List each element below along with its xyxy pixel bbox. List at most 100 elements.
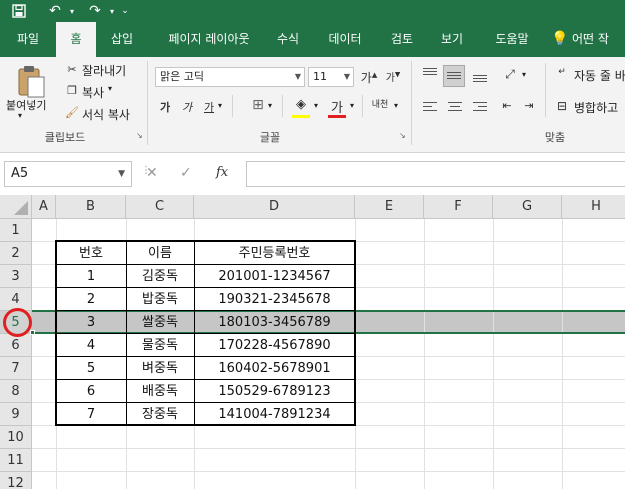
fill-handle[interactable] bbox=[30, 330, 35, 335]
row-header-10[interactable]: 10 bbox=[0, 426, 32, 449]
select-all-corner[interactable] bbox=[0, 195, 32, 219]
wrap-text-button[interactable]: 자동 줄 바 bbox=[574, 67, 625, 84]
formula-input[interactable] bbox=[246, 161, 625, 187]
clipboard-launcher-icon[interactable]: ↘ bbox=[136, 131, 143, 140]
table-cell[interactable]: 벼중독 bbox=[126, 357, 194, 380]
undo-icon[interactable]: ↶ bbox=[44, 2, 66, 20]
tab-insert[interactable]: 삽입 bbox=[100, 22, 144, 57]
column-header-g[interactable]: G bbox=[493, 195, 562, 219]
table-cell[interactable]: 3 bbox=[56, 311, 126, 334]
table-header-cell[interactable]: 번호 bbox=[56, 242, 126, 265]
insert-function-icon[interactable]: fx bbox=[216, 165, 228, 180]
merge-icon[interactable]: ⊟ bbox=[554, 99, 570, 113]
decrease-font-icon[interactable]: 가▼ bbox=[384, 69, 402, 84]
font-size-dropdown[interactable]: 11 ▼ bbox=[308, 67, 354, 87]
table-cell[interactable]: 장중독 bbox=[126, 403, 194, 426]
table-cell[interactable]: 180103-3456789 bbox=[194, 311, 355, 334]
borders-dropdown-icon[interactable]: ▾ bbox=[268, 101, 272, 110]
decrease-indent-icon[interactable]: ⇤ bbox=[498, 99, 516, 112]
table-cell[interactable]: 배중독 bbox=[126, 380, 194, 403]
paste-icon[interactable] bbox=[14, 63, 48, 99]
align-top-icon[interactable] bbox=[420, 65, 440, 85]
column-header-h[interactable]: H bbox=[562, 195, 625, 219]
increase-indent-icon[interactable]: ⇥ bbox=[520, 99, 538, 112]
column-header-e[interactable]: E bbox=[355, 195, 424, 219]
table-cell[interactable]: 160402-5678901 bbox=[194, 357, 355, 380]
table-cell[interactable]: 190321-2345678 bbox=[194, 288, 355, 311]
table-cell[interactable]: 141004-7891234 bbox=[194, 403, 355, 426]
align-right-icon[interactable] bbox=[470, 97, 490, 117]
table-header-cell[interactable]: 주민등록번호 bbox=[194, 242, 355, 265]
lightbulb-icon[interactable]: 💡 bbox=[550, 22, 570, 57]
table-cell[interactable]: 170228-4567890 bbox=[194, 334, 355, 357]
row-header-1[interactable]: 1 bbox=[0, 219, 32, 242]
table-cell[interactable]: 1 bbox=[56, 265, 126, 288]
font-color-button[interactable]: 가 bbox=[328, 97, 346, 116]
redo-icon[interactable]: ↷ bbox=[84, 2, 106, 20]
font-name-dropdown[interactable]: 맑은 고딕 ▼ bbox=[155, 67, 305, 87]
orientation-dropdown-icon[interactable]: ▾ bbox=[522, 70, 526, 79]
fill-color-icon[interactable]: ◈ bbox=[292, 97, 310, 112]
paste-button[interactable]: 붙여넣기 bbox=[6, 97, 62, 113]
align-center-icon[interactable] bbox=[445, 97, 465, 117]
align-bottom-icon[interactable] bbox=[470, 65, 490, 85]
column-header-d[interactable]: D bbox=[194, 195, 355, 219]
paste-dropdown-icon[interactable]: ▾ bbox=[18, 111, 22, 120]
row-header-12[interactable]: 12 bbox=[0, 472, 32, 489]
italic-button[interactable]: 가 bbox=[180, 99, 194, 115]
tab-help[interactable]: 도움말 bbox=[484, 22, 540, 57]
phonetic-guide-button[interactable]: 내천 bbox=[370, 97, 390, 110]
tab-review[interactable]: 검토 bbox=[380, 22, 424, 57]
cut-icon[interactable]: ✂ bbox=[64, 63, 80, 76]
bold-button[interactable]: 가 bbox=[158, 99, 172, 115]
tab-home[interactable]: 홈 bbox=[56, 22, 96, 57]
font-color-dropdown-icon[interactable]: ▾ bbox=[350, 101, 354, 110]
worksheet-grid[interactable]: A B C D E F G H 1 2 3 4 5 6 7 8 9 10 11 … bbox=[0, 195, 625, 489]
borders-icon[interactable]: ⊞ bbox=[250, 97, 266, 113]
cut-button[interactable]: 잘라내기 bbox=[82, 62, 126, 79]
orientation-icon[interactable]: ⤢ bbox=[500, 67, 520, 82]
row-header-2[interactable]: 2 bbox=[0, 242, 32, 265]
table-cell[interactable]: 7 bbox=[56, 403, 126, 426]
phonetic-dropdown-icon[interactable]: ▾ bbox=[394, 101, 398, 110]
table-cell[interactable]: 5 bbox=[56, 357, 126, 380]
row-header-9[interactable]: 9 bbox=[0, 403, 32, 426]
tell-me-search[interactable]: 어떤 작 bbox=[572, 22, 625, 57]
row-header-7[interactable]: 7 bbox=[0, 357, 32, 380]
table-header-cell[interactable]: 이름 bbox=[126, 242, 194, 265]
tab-formulas[interactable]: 수식 bbox=[266, 22, 310, 57]
table-cell[interactable]: 쌀중독 bbox=[126, 311, 194, 334]
column-header-c[interactable]: C bbox=[126, 195, 194, 219]
save-icon[interactable] bbox=[8, 2, 30, 20]
tab-page-layout[interactable]: 페이지 레이아웃 bbox=[150, 22, 268, 57]
format-painter-icon[interactable]: 🖌 bbox=[64, 106, 80, 119]
table-cell[interactable]: 4 bbox=[56, 334, 126, 357]
column-header-b[interactable]: B bbox=[56, 195, 126, 219]
table-cell[interactable]: 201001-1234567 bbox=[194, 265, 355, 288]
row-header-6[interactable]: 6 bbox=[0, 334, 32, 357]
copy-button[interactable]: 복사 bbox=[82, 84, 104, 101]
enter-icon[interactable]: ✓ bbox=[180, 165, 192, 181]
table-cell[interactable]: 6 bbox=[56, 380, 126, 403]
table-cell[interactable]: 2 bbox=[56, 288, 126, 311]
tab-view[interactable]: 보기 bbox=[430, 22, 474, 57]
align-left-icon[interactable] bbox=[420, 97, 440, 117]
column-header-f[interactable]: F bbox=[424, 195, 493, 219]
row-header-11[interactable]: 11 bbox=[0, 449, 32, 472]
customize-icon[interactable]: ⌄ bbox=[118, 2, 132, 20]
increase-font-icon[interactable]: 가▲ bbox=[360, 69, 378, 86]
undo-dropdown-icon[interactable]: ▾ bbox=[66, 2, 78, 20]
cancel-icon[interactable]: ✕ bbox=[146, 165, 158, 181]
tab-file[interactable]: 파일 bbox=[6, 22, 50, 57]
copy-dropdown-icon[interactable]: ▾ bbox=[108, 84, 112, 93]
fill-color-dropdown-icon[interactable]: ▾ bbox=[314, 101, 318, 110]
row-header-8[interactable]: 8 bbox=[0, 380, 32, 403]
table-cell[interactable]: 밥중독 bbox=[126, 288, 194, 311]
name-box[interactable]: A5 ▼ bbox=[4, 161, 132, 187]
merge-center-button[interactable]: 병합하고 bbox=[574, 99, 618, 116]
align-middle-icon[interactable] bbox=[443, 65, 465, 87]
underline-button[interactable]: 가 bbox=[202, 99, 216, 115]
table-cell[interactable]: 김중독 bbox=[126, 265, 194, 288]
underline-dropdown-icon[interactable]: ▾ bbox=[218, 101, 222, 110]
redo-dropdown-icon[interactable]: ▾ bbox=[106, 2, 118, 20]
